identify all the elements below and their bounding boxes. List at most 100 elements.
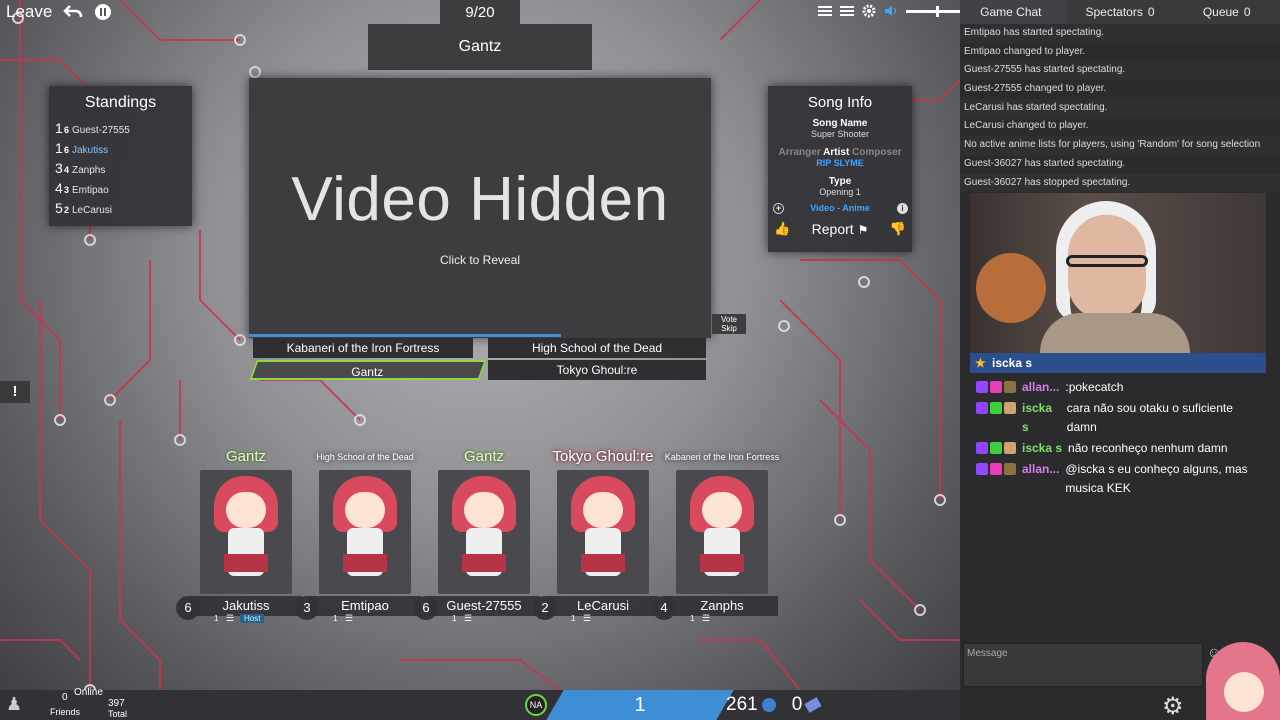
standings-title: Standings: [84, 94, 157, 111]
alert-button[interactable]: !: [0, 381, 30, 403]
arranger-label[interactable]: Arranger: [778, 147, 820, 158]
globe-icon: [761, 698, 776, 712]
standings-name[interactable]: LeCarusi: [72, 205, 112, 216]
player-avatar[interactable]: [676, 470, 768, 594]
composer-label[interactable]: Composer: [852, 147, 901, 158]
standings-rank: 4: [55, 180, 63, 196]
avatar-skirt: [462, 554, 506, 572]
info-icon[interactable]: i: [897, 203, 908, 214]
player-name[interactable]: Emtipao: [309, 596, 421, 616]
twitch-text: cara não sou otaku o suficiente damn: [1066, 401, 1233, 434]
chat-message: Guest-36027 has stopped spectating.: [960, 173, 1280, 193]
player-slot: Kabaneri of the Iron Fortress Zanphs 4 1 ☰: [652, 442, 779, 624]
menu-icon[interactable]: [840, 4, 854, 18]
twitch-text: @iscka s eu conheço alguns, mas musica K…: [1065, 462, 1248, 495]
player-slot: Gantz Guest-27555 6 1 ☰: [414, 442, 540, 624]
leave-button[interactable]: Leave: [0, 2, 58, 22]
avatar[interactable]: [1206, 642, 1280, 720]
standings-score: 4: [64, 165, 70, 175]
song-info-title: Song Info: [807, 94, 873, 111]
player-slot: Gantz Jakutiss 6 1 ☰ Host: [176, 442, 302, 624]
answer-option[interactable]: High School of the Dead: [488, 338, 706, 358]
player-name[interactable]: LeCarusi: [547, 596, 659, 616]
currency-notes: 261: [726, 694, 758, 715]
player-avatar[interactable]: [438, 470, 530, 594]
player-list-icon[interactable]: ☰: [702, 613, 710, 624]
twitch-chat-overlay: allan...:pokecatch iscka s cara não sou ot…: [970, 378, 1266, 495]
player-name[interactable]: Jakutiss: [190, 596, 302, 616]
standings-name[interactable]: Guest-27555: [72, 125, 130, 136]
volume-icon[interactable]: [884, 4, 898, 18]
song-counter: 9/20: [440, 0, 520, 24]
player-list-icon[interactable]: ☰: [345, 613, 353, 624]
standings-name[interactable]: Emtipao: [72, 185, 109, 196]
ticket-icon: [804, 697, 822, 713]
avatar-skirt: [700, 554, 744, 572]
anime-link[interactable]: Anime: [842, 203, 870, 213]
answer-option[interactable]: Kabaneri of the Iron Fortress: [253, 338, 473, 358]
avatar-face: [702, 492, 742, 528]
vote-skip-button[interactable]: Vote Skip: [712, 314, 746, 334]
standings-row: 3 4 Zanphs: [55, 160, 186, 180]
standings-row: 4 3 Emtipao: [55, 180, 186, 200]
player-avatar[interactable]: [319, 470, 411, 594]
player-name[interactable]: Zanphs: [666, 596, 778, 616]
gear-icon[interactable]: [862, 4, 876, 18]
twitch-username: iscka s: [1022, 441, 1063, 455]
add-icon[interactable]: +: [773, 203, 784, 214]
top-left-controls: Leave: [0, 0, 118, 24]
thumbs-down-icon[interactable]: 👎: [890, 219, 906, 239]
return-icon[interactable]: [58, 4, 88, 20]
standings-name[interactable]: Jakutiss: [72, 145, 108, 156]
chat-message: No active anime lists for players, using…: [960, 136, 1280, 155]
answer-display: Gantz: [368, 24, 592, 70]
video-hidden-text: Video Hidden: [291, 165, 669, 234]
game-chat-log: Emtipao has started spectating. Emtipao c…: [960, 24, 1280, 193]
report-button[interactable]: Report: [812, 221, 854, 237]
standings-row: 5 2 LeCarusi: [55, 200, 186, 220]
friends-icon[interactable]: ♟: [6, 694, 22, 715]
chat-tab[interactable]: Queue 0: [1173, 0, 1280, 24]
song-name-label: Song Name: [812, 118, 868, 129]
answer-correct-label: Gantz: [351, 365, 384, 379]
chat-tab-label: Spectators: [1085, 5, 1143, 19]
chat-tab[interactable]: Spectators 0: [1067, 0, 1174, 24]
player-avatar[interactable]: [557, 470, 649, 594]
chat-message-input[interactable]: Message: [963, 643, 1203, 687]
player-level-badge: 1: [571, 614, 576, 623]
online-label: Online: [74, 687, 103, 698]
player-answer: Gantz: [463, 448, 505, 465]
settings-gear-icon[interactable]: ⚙: [1162, 692, 1184, 720]
thumbs-up-icon[interactable]: 👍: [774, 219, 790, 239]
player-avatar[interactable]: [200, 470, 292, 594]
twitch-message: iscka s cara não sou otaku o suficiente d…: [976, 399, 1260, 437]
badge-icon: [990, 463, 1002, 475]
player-list-icon[interactable]: ☰: [226, 613, 234, 624]
avatar-face: [583, 492, 623, 528]
standings-score: 6: [64, 145, 70, 155]
twitch-badges: [976, 442, 1016, 454]
player-list-icon[interactable]: ☰: [464, 613, 472, 624]
video-link[interactable]: Video: [810, 203, 834, 213]
player-name[interactable]: Guest-27555: [428, 596, 540, 616]
total-count: 397: [108, 698, 125, 709]
list-icon[interactable]: [818, 4, 832, 18]
player-answer: Kabaneri of the Iron Fortress: [664, 452, 780, 462]
standings-panel: Standings 1 6 Guest-27555 1 6 Jakutiss 3 4 Zanph…: [49, 86, 192, 226]
standings-score: 3: [64, 185, 70, 195]
standings-rank: 1: [55, 140, 63, 156]
artist-label[interactable]: Artist: [823, 147, 849, 158]
currency-display: 261 0: [726, 690, 822, 720]
video-hidden-overlay[interactable]: Video Hidden Click to Reveal: [249, 78, 711, 338]
standings-score: 2: [64, 205, 70, 215]
chat-tab[interactable]: Game Chat: [960, 0, 1067, 24]
answer-option[interactable]: Tokyo Ghoul:re: [488, 360, 706, 380]
answer-option-correct[interactable]: Gantz: [249, 360, 487, 380]
friends-label: Friends: [50, 707, 81, 717]
player-list-icon[interactable]: ☰: [583, 613, 591, 624]
pause-icon[interactable]: [88, 3, 118, 21]
click-to-reveal-text[interactable]: Click to Reveal: [249, 253, 711, 267]
volume-slider[interactable]: [906, 5, 960, 17]
badge-icon: [990, 381, 1002, 393]
standings-name[interactable]: Zanphs: [72, 165, 105, 176]
